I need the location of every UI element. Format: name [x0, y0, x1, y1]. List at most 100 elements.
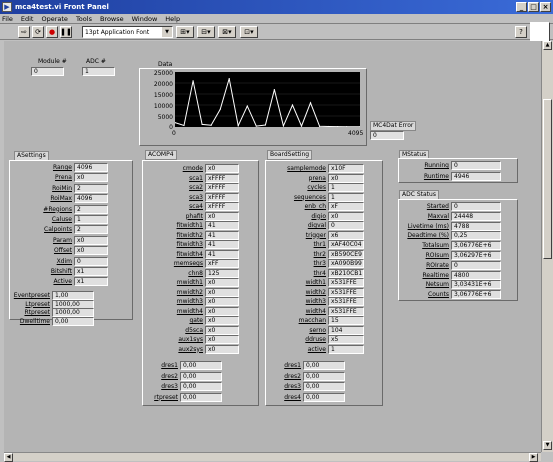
adc-status-field-value[interactable]: 3,03431E+6 — [451, 280, 501, 290]
adc-control[interactable]: 1 — [82, 67, 115, 76]
asettings-field-value[interactable]: 4096 — [74, 163, 108, 172]
acomp4-field-value[interactable]: 41 — [205, 230, 239, 240]
boardsetting-field-value[interactable]: xA090B99 — [328, 259, 364, 268]
asettings-field-value[interactable]: x0 — [74, 173, 108, 183]
run-continuous-icon[interactable]: ⟳ — [32, 26, 44, 38]
acomp4-field-value[interactable]: xFF — [205, 259, 239, 268]
minimize-button[interactable]: _ — [516, 2, 527, 12]
adc-status-field-value[interactable]: 0 — [451, 202, 501, 211]
acomp4-field-value[interactable]: xFFFF — [205, 192, 239, 202]
acomp4-dres-field-value[interactable]: 0,00 — [180, 361, 222, 370]
boardsetting-dres-field-value[interactable]: 0,00 — [303, 371, 345, 381]
acomp4-field-value[interactable]: x0 — [205, 297, 239, 306]
acomp4-dres-field-value[interactable]: 0,00 — [180, 382, 222, 391]
boardsetting-field-value[interactable]: 0 — [328, 221, 364, 230]
font-selector[interactable]: 13pt Application Font ▼ — [82, 26, 173, 38]
abort-icon[interactable]: ● — [46, 26, 58, 38]
acomp4-field-value[interactable]: xFFFF — [205, 183, 239, 192]
mstatus-field-value[interactable]: 0 — [451, 161, 501, 170]
acomp4-field-value[interactable]: x0 — [205, 316, 239, 325]
asettings-field-value[interactable]: x0 — [74, 235, 108, 245]
acomp4-dres-field-value[interactable]: 0,00 — [180, 371, 222, 381]
adc-status-field-value[interactable]: 4788 — [451, 221, 501, 231]
pause-icon[interactable]: ❚❚ — [60, 26, 72, 38]
menu-browse[interactable]: Browse — [100, 15, 124, 23]
align-objects-icon[interactable]: ⊞▾ — [176, 26, 194, 38]
boardsetting-field-value[interactable]: x531FFE — [328, 287, 364, 297]
boardsetting-field-value[interactable]: xB590CE9 — [328, 249, 364, 259]
asettings-preset-field-value[interactable]: 0,00 — [52, 316, 94, 326]
acomp4-field-value[interactable]: x0 — [205, 287, 239, 297]
data-graph[interactable]: 25000 20000 15000 10000 5000 0 0 4095 — [139, 68, 367, 146]
boardsetting-field-value[interactable]: x6 — [328, 230, 364, 240]
menu-help[interactable]: Help — [165, 15, 180, 23]
boardsetting-field-value[interactable]: x531FFE — [328, 278, 364, 287]
boardsetting-field-value[interactable]: 1 — [328, 344, 364, 354]
run-arrow-icon[interactable]: ⇨ — [18, 26, 30, 38]
vertical-scrollbar[interactable]: ▲ ▼ — [541, 41, 553, 452]
distribute-objects-icon[interactable]: ⊟▾ — [197, 26, 215, 38]
asettings-field-value[interactable]: x0 — [74, 246, 108, 256]
acomp4-field-value[interactable]: 41 — [205, 240, 239, 249]
boardsetting-field-value[interactable]: x0 — [328, 173, 364, 183]
reorder-icon[interactable]: ⊡▾ — [240, 26, 258, 38]
asettings-field-value[interactable]: 2 — [74, 204, 108, 214]
acomp4-field-value[interactable]: xFFFF — [205, 202, 239, 211]
scroll-down-icon[interactable]: ▼ — [543, 441, 552, 450]
acomp4-field-value[interactable]: 125 — [205, 268, 239, 278]
boardsetting-field-value[interactable]: 1 — [328, 183, 364, 192]
maximize-button[interactable]: □ — [528, 2, 539, 12]
boardsetting-field-value[interactable]: xAF40C04 — [328, 240, 364, 249]
boardsetting-field-value[interactable]: x531FFE — [328, 297, 364, 306]
menu-file[interactable]: File — [2, 15, 13, 23]
scroll-up-icon[interactable]: ▲ — [543, 41, 552, 50]
acomp4-field-value[interactable]: 41 — [205, 221, 239, 230]
adc-status-field-value[interactable]: 24448 — [451, 211, 501, 221]
acomp4-field-value[interactable]: xFFFF — [205, 173, 239, 183]
acomp4-field-value[interactable]: x0 — [205, 211, 239, 221]
asettings-field-value[interactable]: 1 — [74, 215, 108, 224]
boardsetting-field-value[interactable]: xB210CB1 — [328, 268, 364, 278]
asettings-field-value[interactable]: 0 — [74, 256, 108, 266]
vi-icon[interactable] — [530, 22, 550, 42]
mstatus-field-value[interactable]: 4946 — [451, 171, 501, 181]
adc-status-field-value[interactable]: 3,06776E+6 — [451, 241, 501, 251]
adc-status-field-value[interactable]: 4800 — [451, 270, 501, 280]
horizontal-scrollbar[interactable]: ◀ ▶ — [4, 452, 541, 462]
menu-operate[interactable]: Operate — [41, 15, 67, 23]
acomp4-field-value[interactable]: x0 — [205, 325, 239, 335]
boardsetting-field-value[interactable]: 1 — [328, 192, 364, 202]
asettings-field-value[interactable]: 2 — [74, 225, 108, 235]
menu-window[interactable]: Window — [132, 15, 158, 23]
boardsetting-field-value[interactable]: x531FFE — [328, 306, 364, 316]
asettings-field-value[interactable]: x1 — [74, 277, 108, 287]
acomp4-field-value[interactable]: x0 — [205, 344, 239, 354]
acomp4-field-value[interactable]: x0 — [205, 335, 239, 344]
acomp4-dres-field-value[interactable]: 0,00 — [180, 392, 222, 402]
boardsetting-field-value[interactable]: x10F — [328, 164, 364, 173]
resize-objects-icon[interactable]: ⊠▾ — [218, 26, 236, 38]
boardsetting-dres-field-value[interactable]: 0,00 — [303, 361, 345, 370]
boardsetting-dres-field-value[interactable]: 0,00 — [303, 382, 345, 391]
asettings-field-value[interactable]: x1 — [74, 267, 108, 276]
acomp4-field-value[interactable]: x0 — [205, 306, 239, 316]
boardsetting-field-value[interactable]: x5 — [328, 335, 364, 344]
boardsetting-dres-field-value[interactable]: 0,00 — [303, 392, 345, 402]
acomp4-field-value[interactable]: x0 — [205, 164, 239, 173]
adc-status-field-value[interactable]: 0,25 — [451, 231, 501, 241]
asettings-field-value[interactable]: 4096 — [74, 194, 108, 204]
menu-tools[interactable]: Tools — [76, 15, 92, 23]
scroll-thumb[interactable] — [543, 99, 552, 259]
help-icon[interactable]: ? — [515, 26, 527, 38]
adc-status-field-value[interactable]: 3,06776E+6 — [451, 290, 501, 300]
close-button[interactable]: × — [540, 2, 551, 12]
acomp4-field-value[interactable]: x0 — [205, 278, 239, 287]
module-control[interactable]: 0 — [31, 67, 64, 76]
boardsetting-field-value[interactable]: xF — [328, 202, 364, 211]
acomp4-field-value[interactable]: 41 — [205, 249, 239, 259]
menu-edit[interactable]: Edit — [21, 15, 34, 23]
boardsetting-field-value[interactable]: 15 — [328, 316, 364, 325]
boardsetting-field-value[interactable]: 104 — [328, 325, 364, 335]
asettings-field-value[interactable]: 2 — [74, 183, 108, 193]
adc-status-field-value[interactable]: 3,06297E+6 — [451, 251, 501, 260]
